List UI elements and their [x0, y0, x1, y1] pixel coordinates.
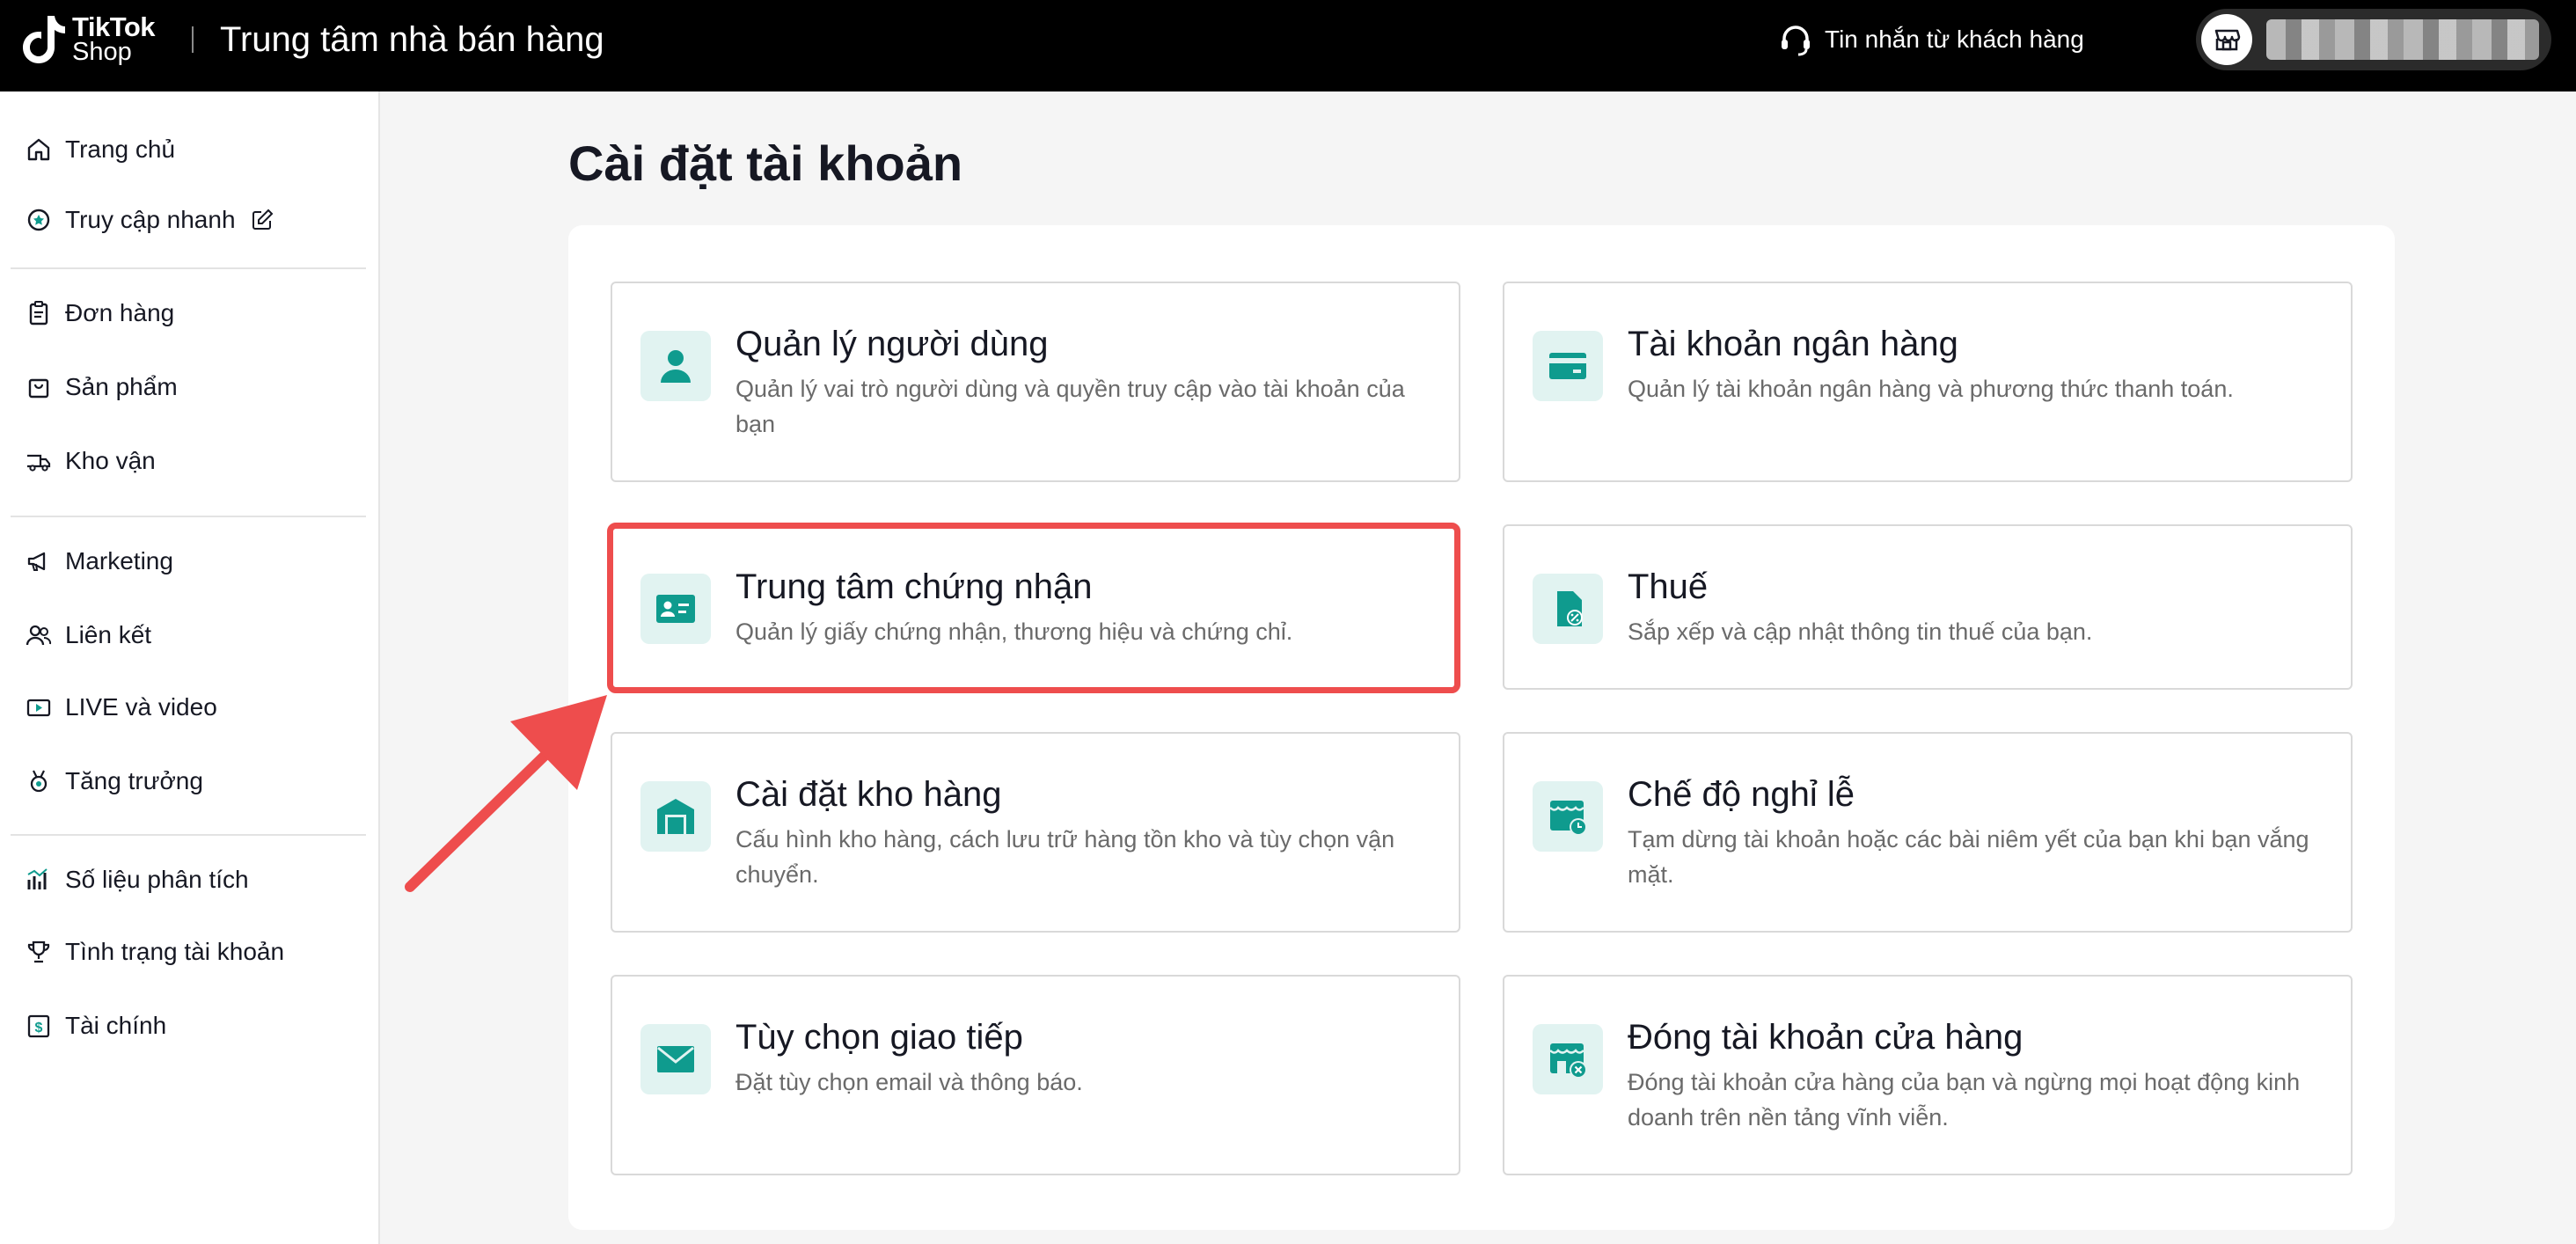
- sidebar-item-account-health[interactable]: Tình trạng tài khoản: [25, 933, 284, 971]
- card-title: Thuế: [1628, 567, 1709, 606]
- card-icon-container: [640, 331, 711, 401]
- sidebar-item-label: Tình trạng tài khoản: [65, 938, 285, 965]
- sidebar: Trang chủ Truy cập nhanh Đơn hàng Sản ph…: [0, 91, 380, 1244]
- app-title: Trung tâm nhà bán hàng: [220, 20, 604, 59]
- headset-icon: [1782, 26, 1810, 56]
- star-circle-icon: [27, 209, 50, 231]
- finance-dollar-icon: $: [27, 1014, 50, 1038]
- sidebar-item-label: Đơn hàng: [65, 299, 175, 326]
- affiliate-users-icon: [26, 625, 52, 646]
- sidebar-item-label: Truy cập nhanh: [65, 206, 236, 233]
- card-icon-container: [1533, 1024, 1603, 1094]
- growth-medal-icon: [30, 770, 48, 793]
- clipboard-icon: [29, 301, 48, 326]
- warehouse-icon: [657, 799, 694, 834]
- sidebar-item-label: Marketing: [65, 547, 173, 574]
- tiktok-shop-logo[interactable]: TikTok Shop: [21, 12, 171, 67]
- account-menu[interactable]: [2196, 9, 2551, 70]
- edit-icon[interactable]: [250, 208, 274, 232]
- settings-panel: Quản lý người dùng Quản lý vai trò người…: [568, 225, 2395, 1230]
- sidebar-item-label: Sản phẩm: [65, 373, 178, 400]
- sidebar-item-quick-access[interactable]: Truy cập nhanh: [25, 201, 287, 239]
- card-bank-accounts[interactable]: Tài khoản ngân hàng Quản lý tài khoản ng…: [1503, 282, 2353, 482]
- sidebar-item-logistics[interactable]: Kho vận: [25, 442, 156, 480]
- tiktok-note-icon: [23, 16, 65, 63]
- sidebar-item-label: Tăng trưởng: [65, 767, 203, 794]
- sidebar-item-finance[interactable]: $ Tài chính: [25, 1006, 166, 1045]
- card-description: Quản lý giấy chứng nhận, thương hiệu và …: [735, 618, 1293, 645]
- sidebar-item-products[interactable]: Sản phẩm: [25, 368, 178, 406]
- delivery-truck-icon: [27, 454, 51, 472]
- card-icon-container: [640, 1024, 711, 1094]
- bank-card-icon: [1549, 353, 1586, 379]
- card-title: Tài khoản ngân hàng: [1628, 325, 1958, 363]
- card-description: Cấu hình kho hàng, cách lưu trữ hàng tồn…: [735, 826, 1395, 888]
- sidebar-divider: [11, 834, 366, 836]
- sidebar-item-affiliate[interactable]: Liên kết: [25, 616, 151, 655]
- logo-text-shop: Shop: [72, 38, 132, 66]
- sidebar-item-growth[interactable]: Tăng trưởng: [25, 762, 203, 801]
- header-divider: [192, 26, 194, 53]
- svg-text:$: $: [35, 1021, 43, 1035]
- card-title: Chế độ nghỉ lễ: [1628, 775, 1855, 814]
- sidebar-item-home[interactable]: Trang chủ: [25, 130, 175, 169]
- logo-text-tiktok: TikTok: [72, 11, 156, 42]
- card-title: Quản lý người dùng: [735, 325, 1049, 363]
- card-communication-preferences[interactable]: Tùy chọn giao tiếp Đặt tùy chọn email và…: [611, 975, 1460, 1175]
- sidebar-divider: [11, 267, 366, 269]
- card-title: Trung tâm chứng nhận: [735, 567, 1093, 606]
- card-title: Tùy chọn giao tiếp: [735, 1018, 1023, 1057]
- top-bar: TikTok Shop Trung tâm nhà bán hàng Tin n…: [0, 0, 2576, 91]
- sidebar-item-label: Tài chính: [65, 1012, 167, 1039]
- card-icon-container: [1533, 331, 1603, 401]
- id-card-icon: [656, 595, 695, 623]
- store-clock-icon: [1549, 801, 1587, 836]
- store-close-icon: [1549, 1043, 1587, 1079]
- card-title: Cài đặt kho hàng: [735, 775, 1002, 814]
- sidebar-item-marketing[interactable]: Marketing: [25, 542, 173, 581]
- sidebar-item-label: LIVE và video: [65, 693, 217, 721]
- card-title: Đóng tài khoản cửa hàng: [1628, 1018, 2023, 1057]
- card-icon-container: [1533, 574, 1603, 644]
- card-icon-container: [640, 574, 711, 644]
- sidebar-item-analytics[interactable]: Số liệu phân tích: [25, 860, 249, 899]
- sidebar-item-label: Kho vận: [65, 447, 156, 474]
- shopping-bag-icon: [28, 378, 49, 399]
- sidebar-item-label: Số liệu phân tích: [65, 866, 249, 893]
- trophy-icon: [27, 940, 50, 963]
- analytics-bars-icon: [27, 868, 48, 889]
- page-title: Cài đặt tài khoản: [568, 135, 963, 191]
- envelope-icon: [657, 1046, 694, 1072]
- card-icon-container: [640, 781, 711, 852]
- avatar: [2201, 14, 2252, 65]
- card-holiday-mode[interactable]: Chế độ nghỉ lễ Tạm dừng tài khoản hoặc c…: [1503, 732, 2353, 933]
- card-description: Quản lý tài khoản ngân hàng và phương th…: [1628, 376, 2234, 402]
- megaphone-icon: [27, 552, 46, 571]
- card-description: Đóng tài khoản cửa hàng của bạn và ngừng…: [1628, 1069, 2301, 1131]
- sidebar-item-label: Liên kết: [65, 621, 152, 648]
- sidebar-divider: [11, 516, 366, 517]
- card-tax[interactable]: Thuế Sắp xếp và cập nhật thông tin thuế …: [1503, 524, 2353, 690]
- blurred-account-name: [2266, 19, 2539, 60]
- card-description: Sắp xếp và cập nhật thông tin thuế của b…: [1628, 618, 2093, 645]
- sidebar-item-orders[interactable]: Đơn hàng: [25, 294, 174, 333]
- card-user-management[interactable]: Quản lý người dùng Quản lý vai trò người…: [611, 282, 1460, 482]
- card-close-store-account[interactable]: Đóng tài khoản cửa hàng Đóng tài khoản c…: [1503, 975, 2353, 1175]
- card-description: Tạm dừng tài khoản hoặc các bài niêm yết…: [1628, 826, 2309, 888]
- sidebar-item-live-video[interactable]: LIVE và video: [25, 688, 217, 727]
- tax-document-icon: [1557, 591, 1583, 626]
- user-icon: [661, 350, 691, 383]
- card-description: Đặt tùy chọn email và thông báo.: [735, 1069, 1083, 1095]
- card-certification-center[interactable]: Trung tâm chứng nhận Quản lý giấy chứng …: [611, 524, 1460, 690]
- customer-messages-label: Tin nhắn từ khách hàng: [1825, 26, 2084, 53]
- card-icon-container: [1533, 781, 1603, 852]
- card-description: Quản lý vai trò người dùng và quyền truy…: [735, 376, 1405, 437]
- customer-messages-link[interactable]: Tin nhắn từ khách hàng: [1777, 18, 2084, 62]
- video-icon: [26, 699, 51, 717]
- card-warehouse-settings[interactable]: Cài đặt kho hàng Cấu hình kho hàng, cách…: [611, 732, 1460, 933]
- home-icon: [27, 138, 50, 161]
- store-icon: [2214, 29, 2241, 51]
- sidebar-item-label: Trang chủ: [65, 135, 176, 163]
